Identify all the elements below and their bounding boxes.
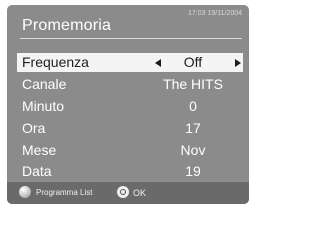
clock-readout: 17:03 19/11/2004 [188,10,242,17]
menu-row-minuto[interactable]: Minuto 0 [17,97,243,116]
row-value: Nov [180,142,206,158]
row-value: The HITS [163,76,223,92]
ok-hint: OK [133,188,147,198]
row-label: Data [22,163,52,179]
menu-row-mese[interactable]: Mese Nov [17,141,243,160]
header-divider [20,38,242,39]
menu-row-ora[interactable]: Ora 17 [17,119,243,138]
menu-row-frequenza[interactable]: Frequenza Off [17,53,243,72]
row-label: Ora [22,120,46,136]
row-label: Canale [22,76,67,92]
screen-header: Promemoria 17:03 19/11/2004 [7,5,249,47]
row-label: Minuto [22,98,65,114]
menu-row-canale[interactable]: Canale The HITS [17,75,243,94]
row-label: Mese [22,142,57,158]
white-button-icon [19,186,31,198]
reminder-screen: Promemoria 17:03 19/11/2004 Frequenza Of… [7,5,249,204]
row-value: 0 [189,98,197,114]
footer-bar: Programma List OK [7,182,249,204]
row-value: Off [183,54,203,70]
row-label: Frequenza [22,54,89,70]
arrow-right-icon[interactable] [235,59,241,67]
menu-row-data[interactable]: Data 19 [17,162,243,181]
row-value: 17 [185,120,201,136]
row-value: 19 [185,163,201,179]
programma-list-hint: Programma List [36,188,93,197]
page-title: Promemoria [22,17,112,34]
ok-button-icon [117,186,129,198]
